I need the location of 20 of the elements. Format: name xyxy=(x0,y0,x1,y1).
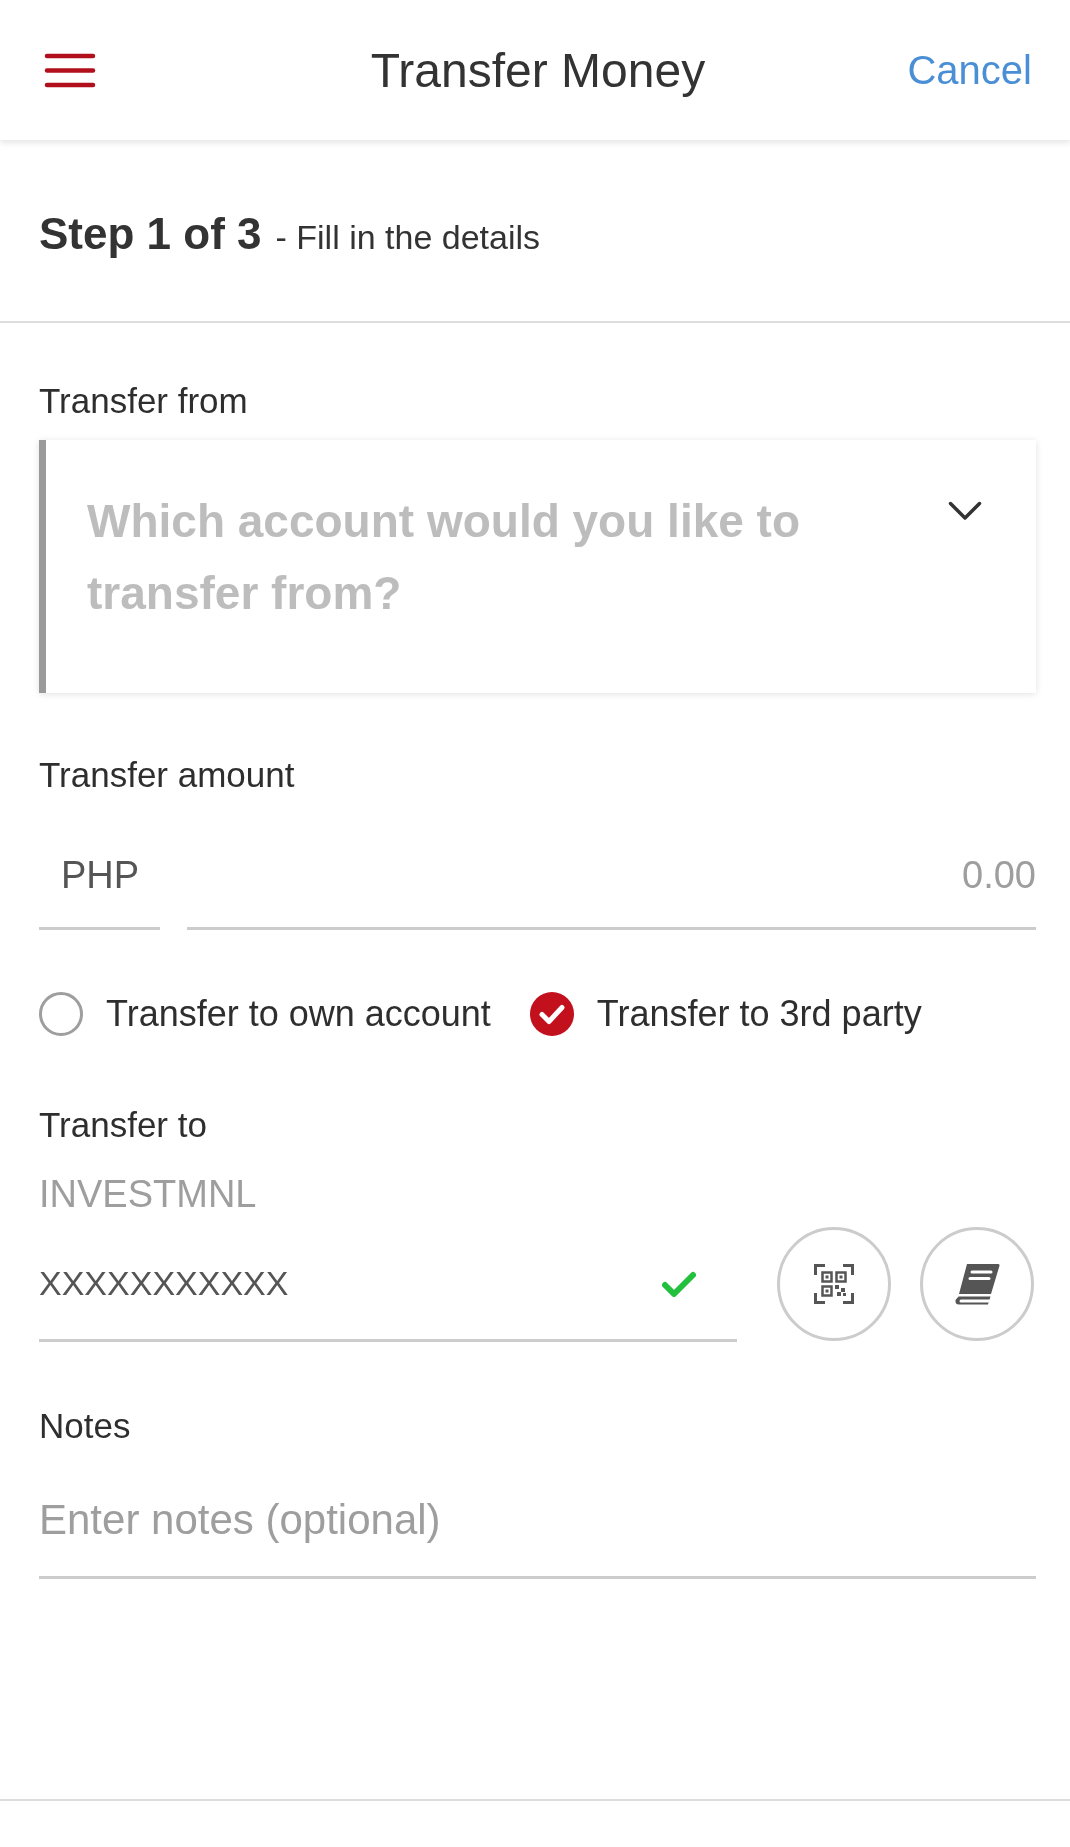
account-field[interactable]: XXXXXXXXXXX xyxy=(39,1227,737,1342)
field-label: Notes xyxy=(39,1405,131,1447)
radio-button[interactable] xyxy=(529,992,574,1036)
radio-label[interactable]: Transfer to 3rd party xyxy=(596,993,922,1035)
menu-icon[interactable] xyxy=(44,52,96,88)
radio-button[interactable] xyxy=(39,992,83,1036)
bank-name: INVESTMNL xyxy=(39,1172,257,1217)
radio-label[interactable]: Transfer to own account xyxy=(106,993,491,1035)
step-description: - Fill in the details xyxy=(275,217,541,257)
field-label: Transfer from xyxy=(39,380,248,422)
currency-field[interactable]: PHP xyxy=(39,824,160,930)
chevron-down-icon xyxy=(948,501,982,521)
notes-field[interactable]: Enter notes (optional) xyxy=(39,1463,1036,1579)
qr-code-icon xyxy=(814,1264,854,1304)
book-icon xyxy=(954,1263,1000,1305)
field-label: Transfer amount xyxy=(39,754,295,796)
step-indicator: Step 1 of 3 xyxy=(39,208,262,259)
field-label: Transfer to xyxy=(39,1104,207,1146)
page-title: Transfer Money xyxy=(370,42,706,98)
amount-field[interactable]: 0.00 xyxy=(187,824,1036,930)
